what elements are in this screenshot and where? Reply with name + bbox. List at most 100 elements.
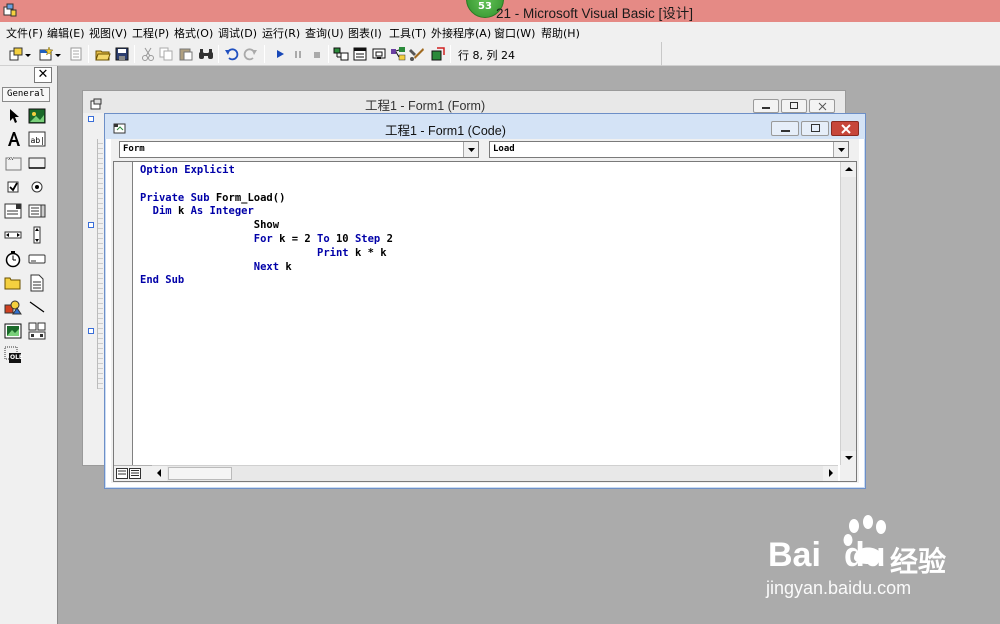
dirlistbox-tool-icon[interactable] [4,274,22,292]
scroll-left-button[interactable] [152,466,167,481]
frame-tool-icon[interactable]: xv [5,154,23,172]
watermark-brand: Bai [768,536,821,574]
toolbox-close-button[interactable]: ✕ [34,67,52,83]
full-module-view-icon[interactable] [129,468,141,479]
textbox-tool-icon[interactable]: ab| [28,130,46,148]
cut-icon[interactable] [140,46,156,62]
image-tool-icon[interactable] [4,322,22,340]
pointer-tool-icon[interactable] [5,107,23,125]
scroll-up-button[interactable] [841,162,856,177]
ole-tool-icon[interactable]: OLE [4,346,23,364]
data-view-icon[interactable] [430,46,446,62]
open-project-icon[interactable] [95,46,111,62]
undo-icon[interactable] [224,46,240,62]
timer-tool-icon[interactable] [4,250,22,268]
break-icon[interactable] [290,46,306,62]
scroll-down-button[interactable] [841,451,856,466]
data-tool-icon[interactable] [28,322,46,340]
code-line[interactable]: Private Sub Form_Load() [140,192,393,206]
menu-edit[interactable]: 编辑(E) [47,25,85,41]
menu-editor-icon[interactable] [68,46,84,62]
menu-tools[interactable]: 工具(T) [389,25,426,41]
listbox-tool-icon[interactable] [28,202,46,220]
menu-window[interactable]: 窗口(W) [494,25,535,41]
code-line[interactable]: End Sub [140,274,393,288]
object-browser-icon[interactable] [390,46,406,62]
menu-addins[interactable]: 外接程序(A) [431,25,491,41]
code-restore-button[interactable] [801,121,829,136]
menu-debug[interactable]: 调试(D) [218,25,257,41]
form-resize-handle[interactable] [88,328,94,334]
chevron-down-icon[interactable] [463,142,478,157]
start-icon[interactable] [272,46,288,62]
code-window-title-bar[interactable]: 工程1 - Form1 (Code) [105,114,865,139]
toolbar-separator [134,45,135,63]
save-icon[interactable] [114,46,130,62]
menu-format[interactable]: 格式(O) [174,25,213,41]
code-line[interactable]: For k = 2 To 10 Step 2 [140,233,393,247]
form-layout-icon[interactable] [371,46,387,62]
add-project-dropdown-icon[interactable] [24,46,32,62]
line-tool-icon[interactable] [28,298,46,316]
form-restore-button[interactable] [781,99,807,113]
code-line[interactable]: Print k * k [140,247,393,261]
vscrollbar-tool-icon[interactable] [28,226,46,244]
add-form-dropdown-icon[interactable] [54,46,62,62]
code-identifier: k * k [354,246,387,259]
code-margin-indicator-bar[interactable] [114,162,133,466]
redo-icon[interactable] [242,46,258,62]
toolbox-tab-general[interactable]: General [2,87,50,102]
filelistbox-tool-icon[interactable] [28,274,46,292]
menu-file[interactable]: 文件(F) [6,25,43,41]
shape-tool-icon[interactable] [4,298,22,316]
procedure-view-icon[interactable] [116,468,128,479]
form-close-button[interactable] [809,99,835,113]
menu-project[interactable]: 工程(P) [132,25,169,41]
menu-run[interactable]: 运行(R) [262,25,300,41]
find-icon[interactable] [198,46,214,62]
menu-query[interactable]: 查询(U) [305,25,344,41]
code-window[interactable]: 工程1 - Form1 (Code) Form Load Option Expl… [104,113,866,489]
add-project-icon[interactable] [8,46,24,62]
paste-icon[interactable] [178,46,194,62]
form-window-title-bar[interactable]: 工程1 - Form1 (Form) [83,91,845,113]
end-icon[interactable] [309,46,325,62]
optionbutton-tool-icon[interactable] [28,178,46,196]
menu-diagram[interactable]: 图表(I) [348,25,382,41]
code-text[interactable]: Option Explicit Private Sub Form_Load() D… [140,164,393,288]
procedure-combo[interactable]: Load [489,141,849,158]
object-combo[interactable]: Form [119,141,479,158]
drivelistbox-tool-icon[interactable] [28,250,46,268]
scroll-right-button[interactable] [823,466,838,481]
code-editor[interactable]: Option Explicit Private Sub Form_Load() D… [113,161,857,482]
code-line[interactable]: Next k [140,261,393,275]
code-line[interactable]: Show [140,219,393,233]
toolbox-icon[interactable] [409,46,425,62]
checkbox-tool-icon[interactable] [5,178,23,196]
chevron-down-icon[interactable] [833,142,848,157]
vb-app-icon[interactable] [3,3,17,17]
add-form-icon[interactable] [38,46,54,62]
properties-window-icon[interactable] [352,46,368,62]
copy-icon[interactable] [158,46,174,62]
code-line[interactable] [140,178,393,192]
form-minimize-button[interactable] [753,99,779,113]
combobox-tool-icon[interactable] [4,202,22,220]
project-explorer-icon[interactable] [333,46,349,62]
code-line[interactable]: Dim k As Integer [140,205,393,219]
code-line[interactable]: Option Explicit [140,164,393,178]
horizontal-scroll-thumb[interactable] [168,467,232,480]
vertical-scrollbar[interactable] [840,162,856,466]
form-resize-handle[interactable] [88,222,94,228]
horizontal-scrollbar[interactable] [152,465,838,481]
label-tool-icon[interactable] [5,130,23,148]
code-close-button[interactable] [831,121,859,136]
menu-view[interactable]: 视图(V) [89,25,127,41]
commandbutton-tool-icon[interactable] [28,154,46,172]
form-resize-handle[interactable] [88,116,94,122]
code-minimize-button[interactable] [771,121,799,136]
menu-help[interactable]: 帮助(H) [541,25,580,41]
hscrollbar-tool-icon[interactable] [4,226,22,244]
picturebox-tool-icon[interactable] [28,107,46,125]
code-window-body: Form Load Option Explicit Private Sub For… [111,139,859,483]
